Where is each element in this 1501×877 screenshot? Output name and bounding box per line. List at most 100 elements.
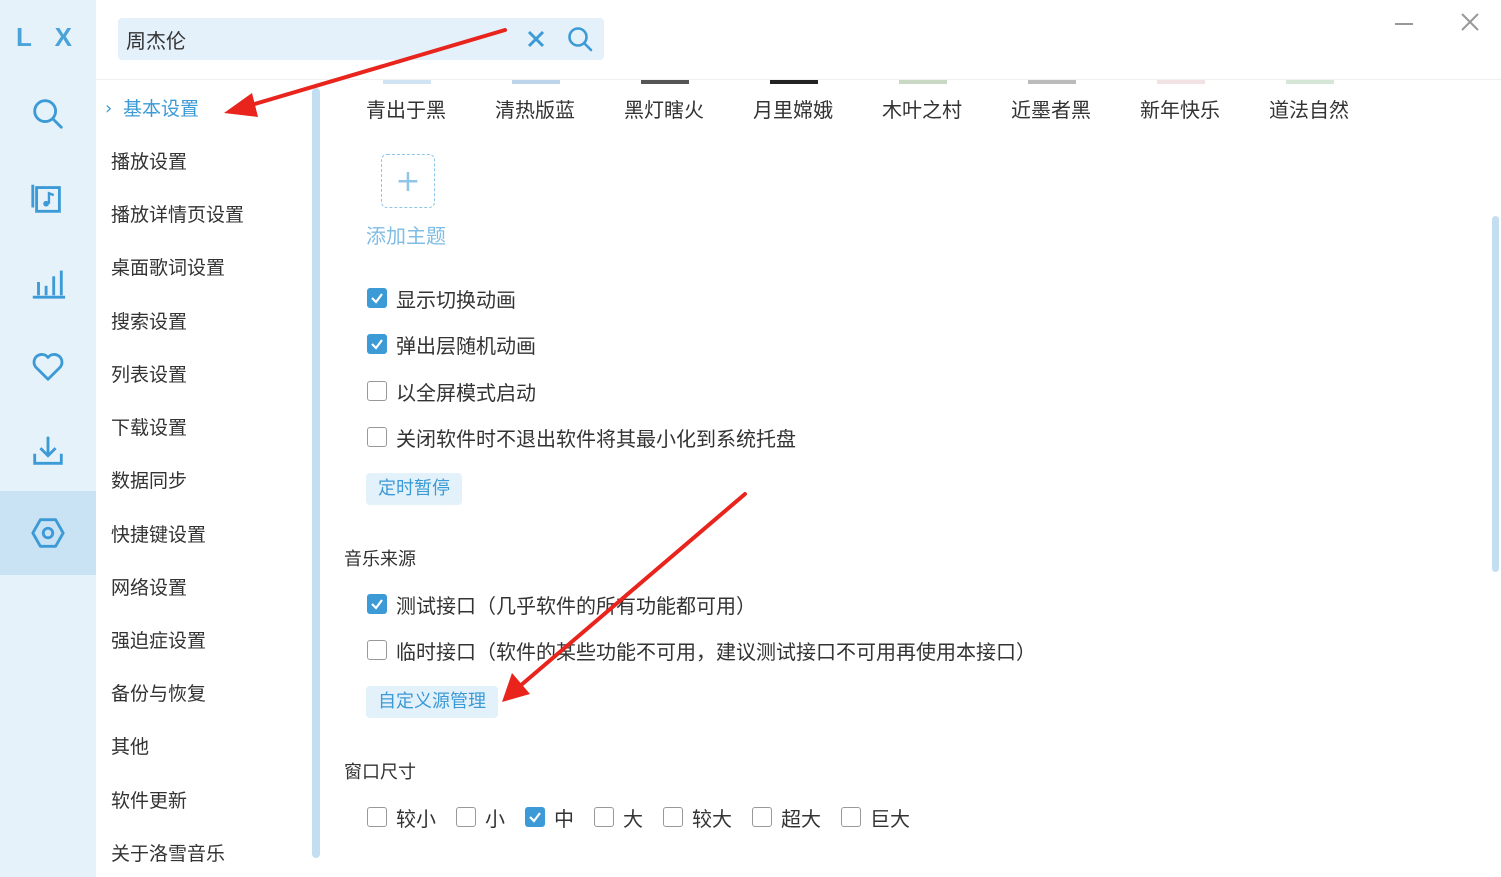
content-scrollbar[interactable] [1492, 216, 1499, 572]
nav-item-play-detail[interactable]: 播放详情页设置 [111, 200, 244, 230]
checkbox-checked[interactable] [367, 334, 387, 354]
nav-scrollbar[interactable] [312, 88, 320, 858]
theme-name[interactable]: 近墨者黑 [1011, 94, 1091, 123]
rail-favorites[interactable] [0, 324, 96, 408]
checkbox-checked[interactable] [367, 288, 387, 308]
rail-settings[interactable] [0, 491, 96, 575]
theme-preview[interactable] [899, 80, 947, 84]
nav-item-basic[interactable]: › 基本设置 [105, 94, 200, 124]
option-label: 以全屏模式启动 [396, 380, 536, 405]
size-option-large[interactable]: 大 [594, 803, 643, 832]
chevron-right-icon: › [105, 98, 113, 119]
rail-song-list[interactable] [0, 156, 96, 240]
section-title-window-size: 窗口尺寸 [344, 762, 416, 783]
theme-name[interactable]: 青出于黑 [366, 94, 446, 123]
checkbox-checked[interactable] [525, 807, 545, 827]
size-option-larger[interactable]: 较大 [663, 803, 732, 832]
theme-name[interactable]: 新年快乐 [1140, 94, 1220, 123]
nav-item-download[interactable]: 下载设置 [111, 413, 187, 443]
option-popup-animation[interactable]: 弹出层随机动画 [367, 331, 536, 358]
nav-item-other[interactable]: 其他 [111, 732, 149, 762]
nav-item-backup[interactable]: 备份与恢复 [111, 679, 206, 709]
option-label: 中 [554, 806, 574, 831]
theme-preview[interactable] [512, 80, 560, 84]
option-label: 超大 [781, 806, 821, 831]
search-input[interactable] [126, 26, 516, 52]
nav-item-about[interactable]: 关于洛雪音乐 [111, 839, 225, 869]
rail-charts[interactable] [0, 240, 96, 324]
close-icon[interactable] [1458, 10, 1482, 34]
size-option-smaller[interactable]: 较小 [367, 803, 436, 832]
option-label: 关闭软件时不退出软件将其最小化到系统托盘 [396, 426, 796, 451]
nav-item-label: 基本设置 [123, 98, 200, 120]
heart-icon [32, 353, 64, 381]
size-option-medium[interactable]: 中 [525, 803, 574, 832]
theme-preview[interactable] [1157, 80, 1205, 84]
checkbox[interactable] [752, 807, 772, 827]
window-size-options: 较小 小 中 大 较大 超大 巨大 [367, 803, 930, 832]
section-title-music-source: 音乐来源 [344, 549, 416, 570]
nav-item-network[interactable]: 网络设置 [111, 573, 187, 603]
nav-item-search[interactable]: 搜索设置 [111, 307, 187, 337]
checkbox[interactable] [456, 807, 476, 827]
nav-item-sync[interactable]: 数据同步 [111, 466, 187, 496]
minimize-icon[interactable] [1392, 12, 1416, 36]
option-test-api[interactable]: 测试接口（几乎软件的所有功能都可用） [367, 591, 756, 618]
app-logo: L X [16, 22, 80, 52]
add-theme-button[interactable]: + [381, 154, 435, 208]
timer-pause-button[interactable]: 定时暂停 [366, 473, 462, 505]
option-fullscreen-start[interactable]: 以全屏模式启动 [367, 378, 536, 405]
checkbox[interactable] [367, 381, 387, 401]
option-label: 显示切换动画 [396, 287, 516, 312]
option-switch-animation[interactable]: 显示切换动画 [367, 285, 516, 312]
checkbox[interactable] [594, 807, 614, 827]
nav-item-update[interactable]: 软件更新 [111, 786, 187, 816]
settings-content: 青出于黑 清热版蓝 黑灯瞎火 月里嫦娥 木叶之村 近墨者黑 新年快乐 道法自然 … [320, 80, 1490, 877]
theme-preview[interactable] [1286, 80, 1334, 84]
custom-source-button[interactable]: 自定义源管理 [366, 686, 498, 718]
checkmark-icon [529, 812, 541, 823]
theme-preview[interactable] [383, 80, 431, 84]
rail-search[interactable] [0, 72, 96, 156]
size-option-small[interactable]: 小 [456, 803, 505, 832]
top-bar [96, 0, 1501, 80]
music-list-icon [31, 184, 61, 213]
add-theme-label[interactable]: 添加主题 [366, 220, 446, 249]
theme-name[interactable]: 黑灯瞎火 [624, 94, 704, 123]
option-label: 小 [485, 806, 505, 831]
theme-preview[interactable] [641, 80, 689, 84]
option-label: 巨大 [870, 806, 910, 831]
theme-preview[interactable] [770, 80, 818, 84]
checkbox[interactable] [367, 807, 387, 827]
option-label: 大 [623, 806, 643, 831]
theme-preview[interactable] [1028, 80, 1076, 84]
checkmark-icon [371, 599, 383, 610]
nav-item-playback[interactable]: 播放设置 [111, 147, 187, 177]
checkbox-checked[interactable] [367, 594, 387, 614]
checkbox[interactable] [841, 807, 861, 827]
size-option-extra-large[interactable]: 超大 [752, 803, 821, 832]
theme-name[interactable]: 月里嫦娥 [753, 94, 833, 123]
plus-icon: + [395, 163, 421, 199]
nav-item-hotkey[interactable]: 快捷键设置 [111, 520, 206, 550]
theme-name[interactable]: 清热版蓝 [495, 94, 575, 123]
option-minimize-to-tray[interactable]: 关闭软件时不退出软件将其最小化到系统托盘 [367, 424, 796, 451]
theme-name[interactable]: 道法自然 [1269, 94, 1349, 123]
bar-chart-icon [32, 270, 66, 299]
download-icon [33, 436, 63, 465]
rail-download[interactable] [0, 408, 96, 492]
nav-item-ocd[interactable]: 强迫症设置 [111, 626, 206, 656]
sidebar-rail: L X [0, 0, 96, 877]
theme-name[interactable]: 木叶之村 [882, 94, 962, 123]
option-temp-api[interactable]: 临时接口（软件的某些功能不可用，建议测试接口不可用再使用本接口） [367, 637, 1036, 664]
size-option-huge[interactable]: 巨大 [841, 803, 910, 832]
nav-item-desktop-lyric[interactable]: 桌面歌词设置 [111, 253, 225, 283]
checkbox[interactable] [663, 807, 683, 827]
nav-item-list[interactable]: 列表设置 [111, 360, 187, 390]
checkbox[interactable] [367, 640, 387, 660]
option-label: 临时接口（软件的某些功能不可用，建议测试接口不可用再使用本接口） [396, 639, 1036, 664]
checkmark-icon [371, 293, 383, 304]
search-icon[interactable] [566, 25, 594, 53]
clear-icon[interactable] [524, 27, 548, 51]
checkbox[interactable] [367, 427, 387, 447]
